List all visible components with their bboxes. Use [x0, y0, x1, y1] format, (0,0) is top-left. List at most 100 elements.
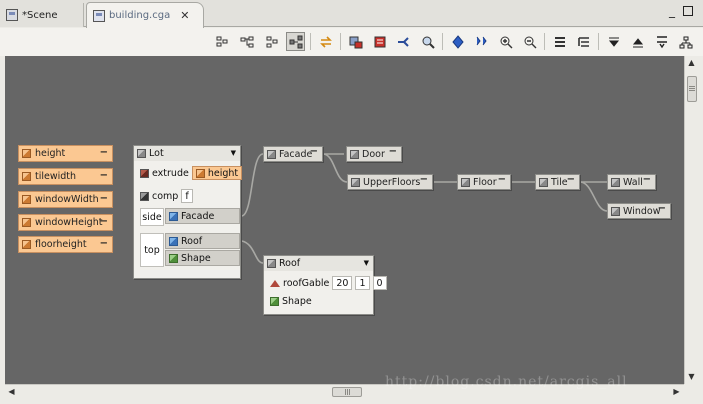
roofgable-overhang-y-field[interactable]: 0	[372, 276, 387, 290]
rule-icon	[137, 149, 146, 158]
extrude-icon	[140, 168, 149, 178]
top-successor-shape[interactable]: Shape	[165, 250, 240, 266]
attribute-windowwidth[interactable]: windowWidth −	[18, 191, 113, 208]
move-up-icon[interactable]	[628, 32, 647, 51]
extrude-argument[interactable]: height	[191, 166, 243, 180]
rule-label: UpperFloors	[363, 176, 421, 188]
rule-node-door[interactable]: Door −	[346, 146, 402, 162]
graph-canvas[interactable]: height − tilewidth − windowWidth − windo…	[5, 56, 684, 384]
vertical-scrollbar[interactable]: ▲ ▼	[684, 56, 698, 384]
rule-node-facade[interactable]: Facade −	[263, 146, 323, 162]
move-down-icon[interactable]	[604, 32, 623, 51]
rule-label: Facade	[279, 148, 313, 160]
vertical-scroll-thumb[interactable]	[687, 76, 697, 102]
new-rule-icon[interactable]	[346, 32, 365, 51]
tab-building-cga-label: building.cga	[109, 10, 171, 21]
tab-scene[interactable]: *Scene	[0, 3, 84, 27]
connect-icon[interactable]	[394, 32, 413, 51]
roofgable-overhang-x-field[interactable]: 1	[355, 276, 370, 290]
roofgable-angle-field[interactable]: 20	[332, 276, 353, 290]
tab-scene-label: *Scene	[22, 9, 58, 21]
rule-node-wall[interactable]: Wall −	[607, 174, 656, 190]
layout-vertical-icon[interactable]	[262, 32, 281, 51]
expand-all-icon[interactable]	[472, 32, 491, 51]
lot-header[interactable]: Lot ▼	[134, 146, 240, 161]
collapse-icon[interactable]: −	[389, 146, 397, 157]
layout-graph-icon[interactable]	[286, 32, 305, 51]
attribute-icon	[195, 168, 205, 178]
tab-building-cga[interactable]: building.cga ✕	[86, 2, 204, 28]
rule-icon	[611, 206, 620, 216]
scroll-left-icon[interactable]: ◀	[5, 385, 18, 398]
rule-node-roof[interactable]: Roof ▼ roofGable 20 1 0 Shape	[263, 255, 387, 315]
layout-horizontal-icon[interactable]	[237, 32, 256, 51]
attribute-icon	[22, 172, 31, 181]
rule-label: Window	[623, 205, 661, 217]
zoom-in-icon[interactable]	[496, 32, 515, 51]
rule-node-upperfloors[interactable]: UpperFloors −	[347, 174, 433, 190]
scroll-right-icon[interactable]: ▶	[670, 385, 683, 398]
roof-header[interactable]: Roof ▼	[264, 256, 373, 271]
roof-title: Roof	[279, 258, 301, 269]
attribute-floorheight[interactable]: floorheight −	[18, 236, 113, 253]
attribute-icon	[22, 195, 31, 204]
expand-rows-icon[interactable]	[574, 32, 593, 51]
attribute-height[interactable]: height −	[18, 145, 113, 162]
minimize-window-icon[interactable]: _	[666, 5, 678, 18]
top-selector-label: top	[140, 233, 164, 267]
editor-tab-bar: *Scene building.cga ✕ _	[0, 0, 703, 28]
collapse-icon[interactable]: −	[643, 174, 651, 185]
watermark-text: http://blog.csdn.net/arcgis_all	[385, 374, 628, 390]
scroll-down-icon[interactable]: ▼	[685, 370, 698, 383]
roof-successor-shape[interactable]: Shape	[270, 296, 312, 307]
collapse-icon[interactable]: −	[310, 146, 318, 157]
rule-node-window[interactable]: Window −	[607, 203, 671, 219]
close-icon[interactable]: ✕	[180, 9, 189, 22]
collapse-icon[interactable]: −	[100, 147, 108, 158]
insert-below-icon[interactable]	[652, 32, 671, 51]
collapse-icon[interactable]: −	[567, 174, 575, 185]
hierarchy-icon[interactable]	[676, 32, 695, 51]
collapse-icon[interactable]: −	[420, 174, 428, 185]
shape-blue-icon[interactable]	[448, 32, 467, 51]
scroll-up-icon[interactable]: ▲	[685, 56, 698, 69]
roofgable-operation[interactable]: roofGable 20 1 0	[270, 276, 387, 290]
horizontal-scroll-thumb[interactable]	[332, 387, 362, 397]
attribute-tilewidth[interactable]: tilewidth −	[18, 168, 113, 185]
delete-rule-icon[interactable]	[370, 32, 389, 51]
search-icon[interactable]	[418, 32, 437, 51]
maximize-window-icon[interactable]	[683, 6, 693, 16]
shape-icon	[270, 297, 279, 306]
collapse-icon[interactable]: −	[100, 170, 108, 181]
rule-icon	[267, 259, 276, 268]
layout-tree-icon[interactable]	[212, 32, 231, 51]
dropdown-arrow-icon[interactable]: ▼	[231, 149, 236, 157]
rule-node-floor[interactable]: Floor −	[457, 174, 511, 190]
rule-node-lot[interactable]: Lot ▼ extrude height comp f side Facade …	[133, 145, 243, 279]
toolbar-separator	[598, 33, 599, 50]
zoom-out-icon[interactable]	[520, 32, 539, 51]
rule-icon	[169, 211, 178, 221]
collapse-rows-icon[interactable]	[550, 32, 569, 51]
attribute-windowheight[interactable]: windowHeight −	[18, 214, 113, 231]
collapse-icon[interactable]: −	[100, 238, 108, 249]
comp-operation[interactable]: comp f	[140, 189, 193, 203]
side-successor[interactable]: Facade	[165, 208, 240, 224]
cga-file-icon	[93, 9, 105, 22]
collapse-icon[interactable]: −	[498, 174, 506, 185]
attribute-icon	[22, 240, 31, 249]
comp-argument[interactable]: f	[181, 189, 193, 203]
collapse-icon[interactable]: −	[100, 193, 108, 204]
extrude-operation[interactable]: extrude height	[140, 166, 243, 180]
refresh-arrows-icon[interactable]	[316, 32, 335, 51]
collapse-icon[interactable]: −	[100, 216, 108, 227]
rule-label: Door	[362, 148, 385, 160]
collapse-icon[interactable]: −	[658, 203, 666, 214]
rule-node-tile[interactable]: Tile −	[535, 174, 580, 190]
dropdown-arrow-icon[interactable]: ▼	[364, 259, 369, 267]
extrude-argument-label: height	[207, 167, 239, 179]
attribute-label: tilewidth	[35, 171, 77, 182]
top-successor-roof[interactable]: Roof	[165, 233, 240, 249]
rule-label: Tile	[551, 176, 568, 188]
toolbar-separator	[544, 33, 545, 50]
